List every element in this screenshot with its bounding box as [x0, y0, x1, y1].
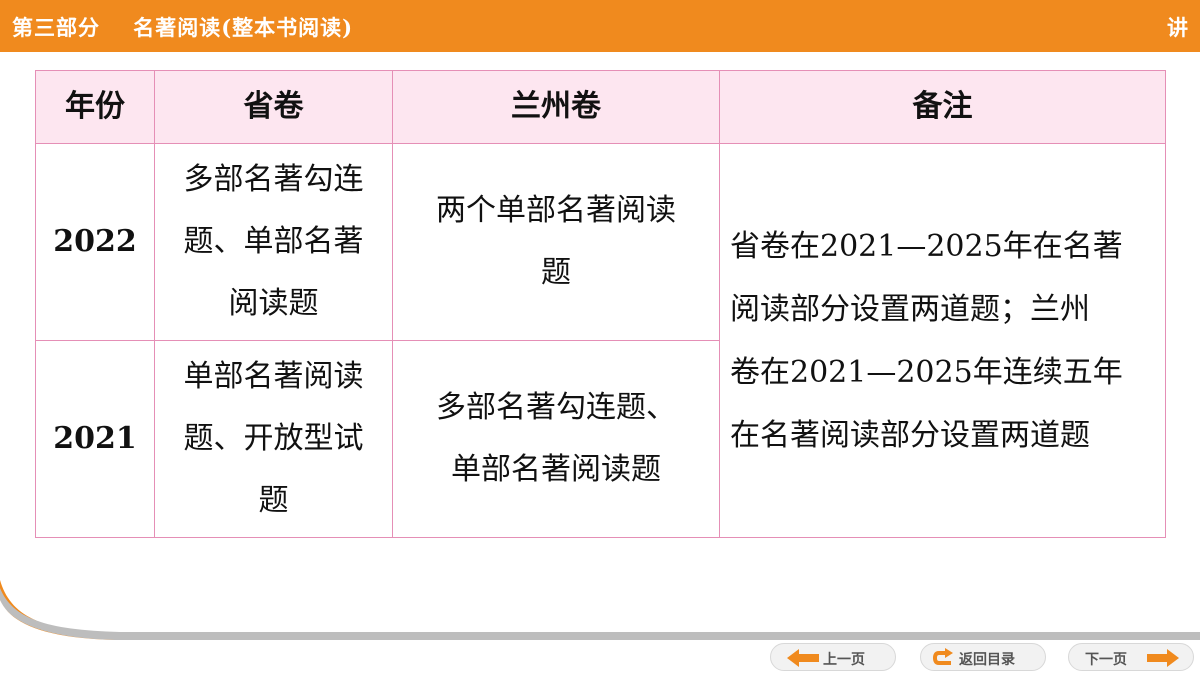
arrow-right-icon [1147, 649, 1179, 667]
prev-page-label: 上一页 [823, 652, 865, 668]
header-note: 备注 [719, 70, 1166, 144]
header-year: 年份 [35, 70, 155, 144]
note-line: 阅读部分设置两道题；兰州 [730, 291, 1090, 327]
lanzhou-text: 两个单部名著阅读 题 [428, 180, 684, 304]
text-line: 题 [541, 255, 571, 290]
breadcrumb: 第三部分 名著阅读(整本书阅读) [12, 12, 353, 42]
back-to-contents-label: 返回目录 [959, 652, 1015, 668]
text-line: 题 [258, 483, 289, 518]
swoosh-gray [0, 588, 1200, 640]
note-line: 卷在2021—2025年连续五年 [730, 354, 1123, 390]
lecture-badge: 讲 [1167, 15, 1188, 40]
text-line: 单部名著阅读 [183, 359, 364, 394]
next-page-button[interactable]: 下一页 [1068, 643, 1194, 671]
text-line: 两个单部名著阅读 [436, 193, 676, 228]
text-line: 多部名著勾连 [183, 162, 364, 197]
note-cell: 省卷在2021—2025年在名著 阅读部分设置两道题；兰州 卷在2021—202… [719, 143, 1166, 538]
provincial-text: 多部名著勾连 题、单部名著 阅读题 [176, 149, 372, 335]
lanzhou-cell: 多部名著勾连题、 单部名著阅读题 [392, 340, 720, 538]
provincial-cell: 单部名著阅读 题、开放型试 题 [154, 340, 393, 538]
text-line: 阅读题 [228, 286, 319, 321]
table-row: 2022 多部名著勾连 题、单部名著 阅读题 两个单部名著阅读 题 省卷在202… [35, 143, 1166, 538]
text-line: 题、开放型试 [183, 421, 364, 456]
table-header-row: 年份 省卷 兰州卷 备注 [35, 70, 1166, 144]
text-line: 单部名著阅读题 [451, 452, 661, 487]
year-cell: 2022 [35, 143, 155, 341]
note-line: 在名著阅读部分设置两道题 [730, 417, 1090, 453]
text-line: 多部名著勾连题、 [436, 390, 676, 425]
return-arrow-icon [933, 648, 953, 665]
lanzhou-text: 多部名著勾连题、 单部名著阅读题 [428, 377, 684, 501]
lanzhou-cell: 两个单部名著阅读 题 [392, 143, 720, 341]
prev-page-button[interactable]: 上一页 [770, 643, 896, 671]
year-cell: 2021 [35, 340, 155, 538]
provincial-cell: 多部名著勾连 题、单部名著 阅读题 [154, 143, 393, 341]
arrow-left-icon [787, 649, 819, 667]
text-line: 题、单部名著 [183, 224, 364, 259]
header-provincial: 省卷 [154, 70, 393, 144]
provincial-text: 单部名著阅读 题、开放型试 题 [176, 346, 372, 532]
section-label: 第三部分 [12, 15, 100, 40]
next-page-label: 下一页 [1085, 652, 1127, 668]
exam-table: 年份 省卷 兰州卷 备注 2022 多部名著勾连 题、单部名著 阅读题 两个单部… [35, 70, 1166, 538]
topic-label: 名著阅读(整本书阅读) [133, 15, 354, 40]
header-lanzhou: 兰州卷 [392, 70, 720, 144]
top-bar: 第三部分 名著阅读(整本书阅读) 讲 [0, 0, 1200, 52]
back-to-contents-button[interactable]: 返回目录 [920, 643, 1046, 671]
note-line: 省卷在2021—2025年在名著 [730, 228, 1123, 264]
